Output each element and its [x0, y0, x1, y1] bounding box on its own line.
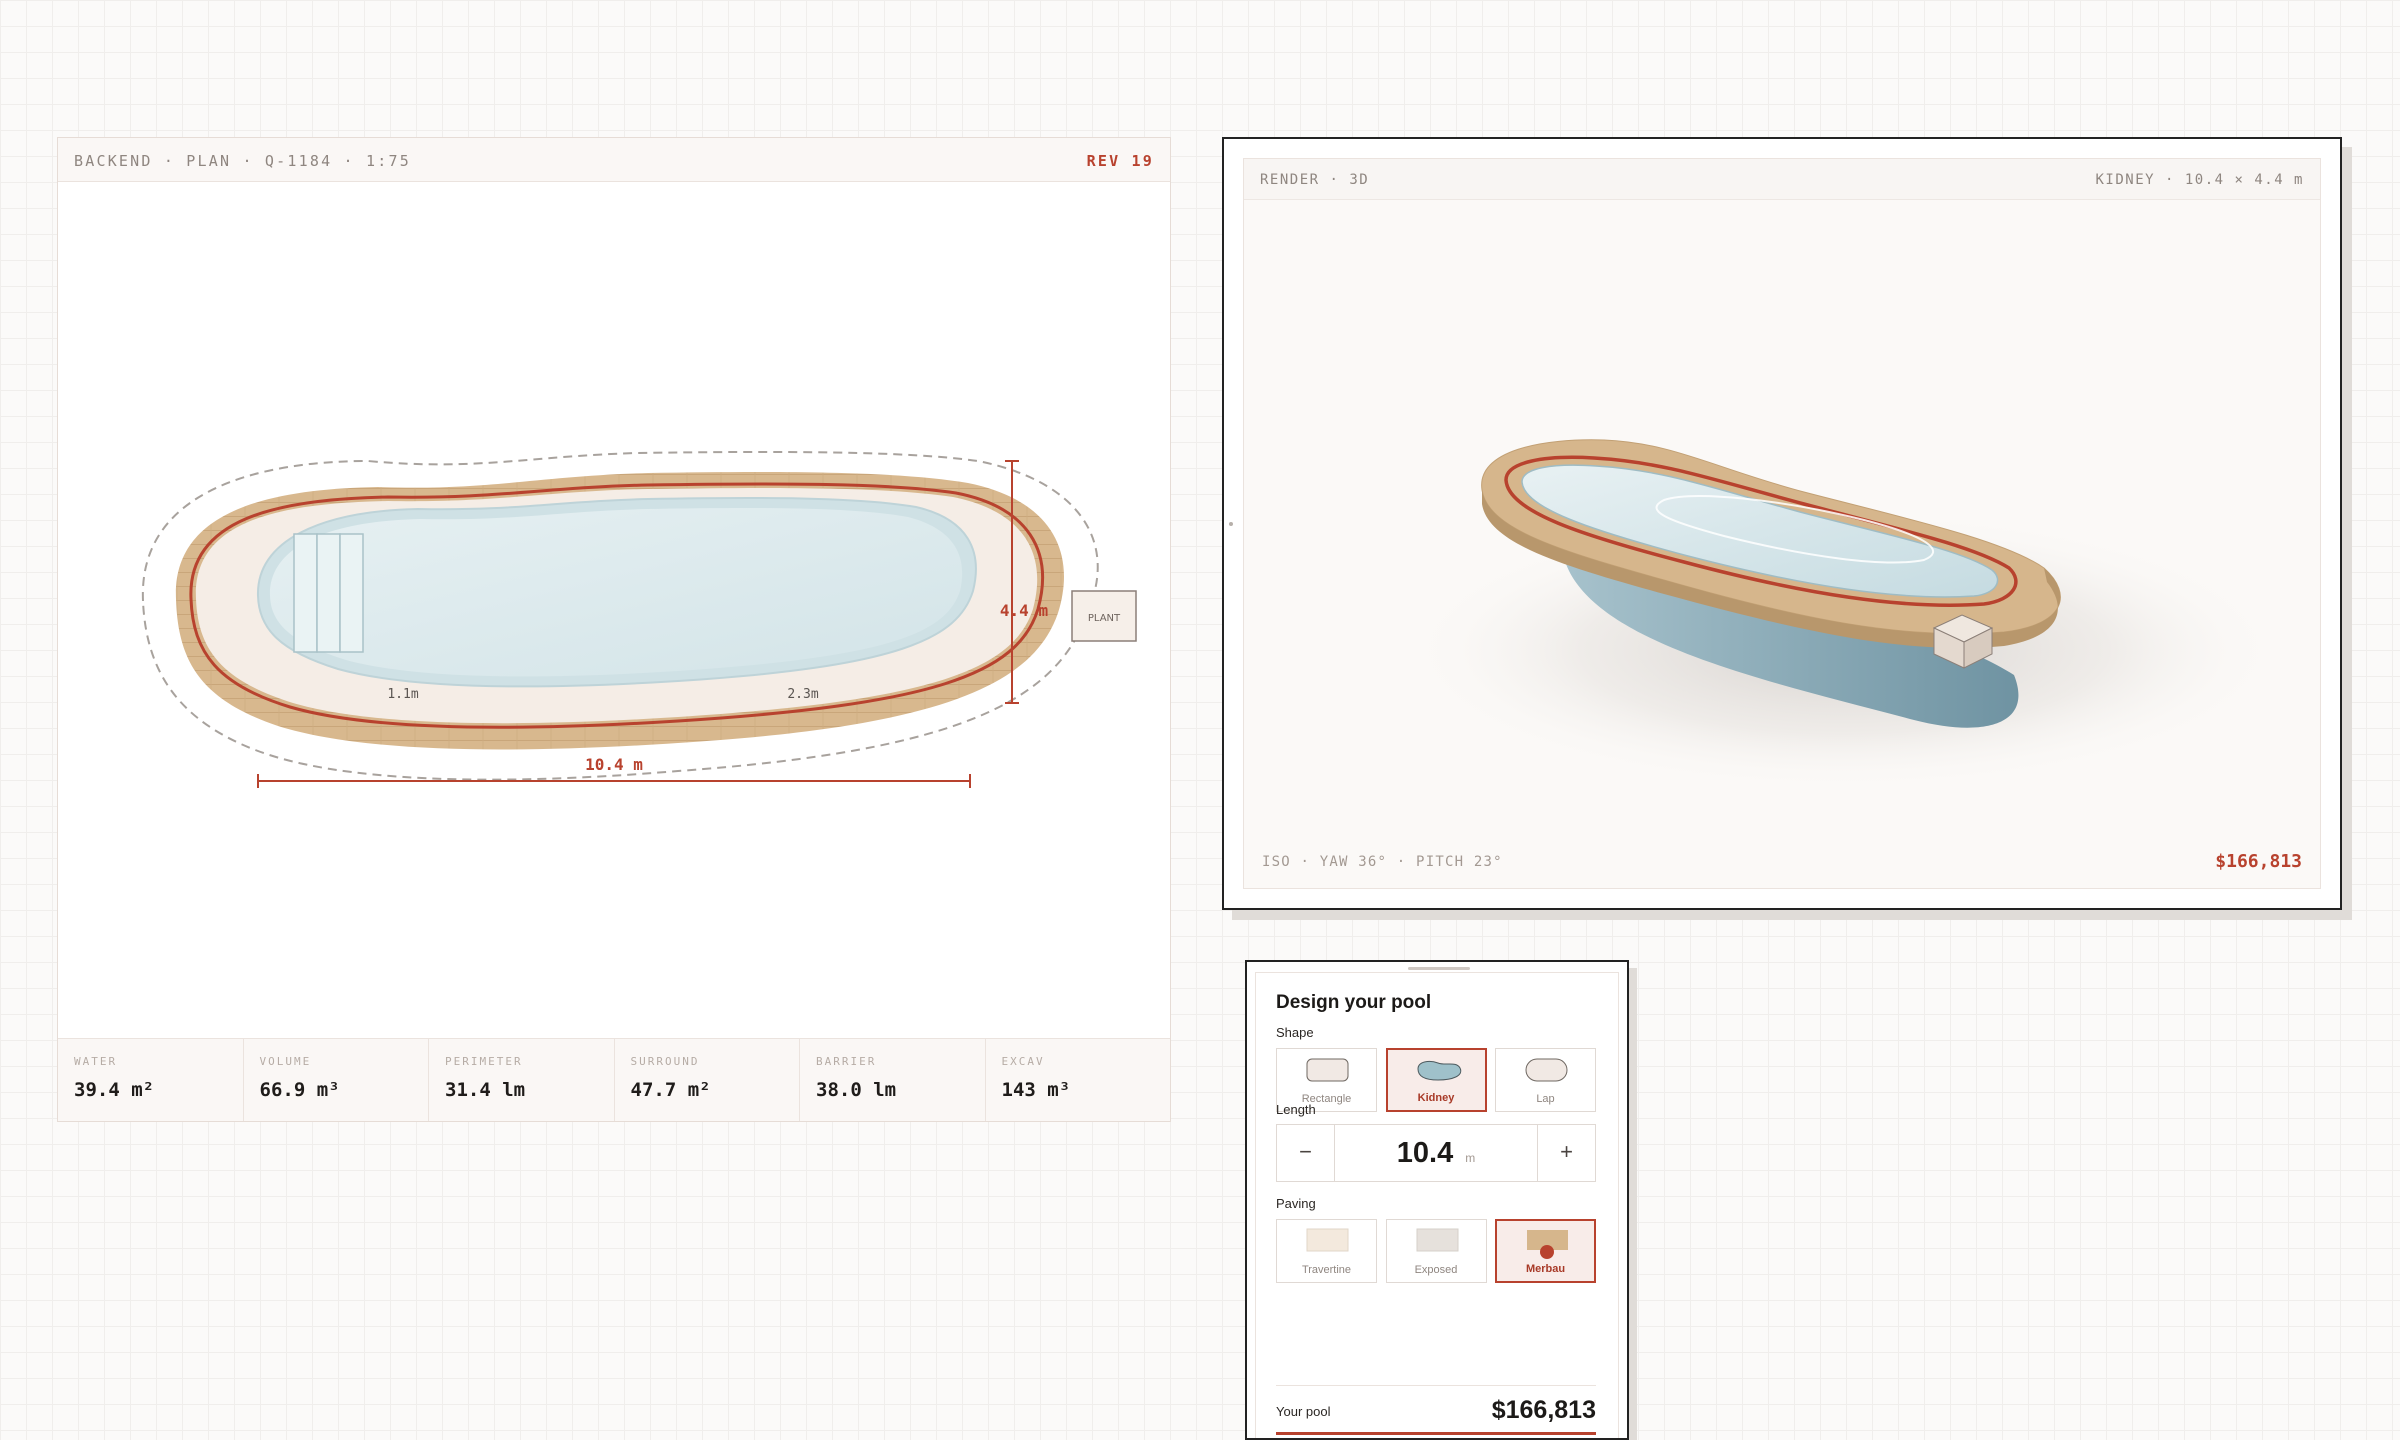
- length-increase-button[interactable]: +: [1537, 1125, 1595, 1181]
- stat-excavation: EXCAV 143 m³: [986, 1039, 1171, 1121]
- design-your-pool-card: Design your pool Shape Rectangle Kidney …: [1245, 960, 1629, 1440]
- total-row: Your pool $166,813: [1276, 1385, 1596, 1435]
- length-section-label: Length: [1276, 1102, 1316, 1117]
- stat-volume: VOLUME 66.9 m³: [244, 1039, 429, 1121]
- plan-header: BACKEND · PLAN · Q-1184 · 1:75 REV 19: [58, 138, 1170, 182]
- stat-surround: SURROUND 47.7 m²: [615, 1039, 800, 1121]
- option-label: Merbau: [1525, 1263, 1566, 1275]
- paving-options: Travertine Exposed Merbau: [1276, 1219, 1596, 1283]
- stat-barrier: BARRIER 38.0 lm: [800, 1039, 986, 1121]
- total-label: Your pool: [1276, 1404, 1331, 1419]
- render-price: $166,813: [2215, 851, 2302, 872]
- length-dimension-label: 10.4 m: [585, 755, 643, 774]
- stat-value: 47.7 m²: [630, 1079, 711, 1101]
- length-dimension: 10.4 m: [257, 755, 971, 788]
- render-viewport[interactable]: RENDER · 3D KIDNEY · 10.4 × 4.4 m ISO · …: [1243, 158, 2321, 889]
- plan-revision: REV 19: [1086, 152, 1154, 170]
- plan-panel: BACKEND · PLAN · Q-1184 · 1:75 REV 19 1.…: [57, 137, 1171, 1122]
- stat-label: SURROUND: [630, 1055, 700, 1068]
- stat-value: 143 m³: [1001, 1079, 1071, 1101]
- stat-label: PERIMETER: [445, 1055, 523, 1068]
- camera-readout: ISO · YAW 36° · PITCH 23°: [1262, 854, 1503, 870]
- render-header: RENDER · 3D KIDNEY · 10.4 × 4.4 m: [1244, 159, 2320, 200]
- plan-header-title: BACKEND · PLAN · Q-1184 · 1:75: [74, 152, 411, 170]
- length-unit: m: [1465, 1151, 1476, 1165]
- total-accent-bar: [1276, 1432, 1596, 1435]
- drag-handle[interactable]: [1408, 967, 1470, 970]
- panel-resize-handle[interactable]: [1229, 522, 1233, 526]
- pool-3d-render: [1404, 439, 2284, 790]
- depth-deep-label: 2.3m: [787, 687, 818, 702]
- stat-value: 31.4 lm: [445, 1079, 526, 1101]
- length-value: 10.4: [1396, 1137, 1454, 1169]
- option-label: Exposed: [1414, 1264, 1458, 1276]
- shape-options: Rectangle Kidney Lap: [1276, 1048, 1596, 1112]
- plant-label: PLANT: [1088, 613, 1121, 624]
- option-label: Kidney: [1417, 1092, 1455, 1104]
- design-card-body: Design your pool Shape Rectangle Kidney …: [1255, 972, 1619, 1438]
- shape-option-kidney[interactable]: Kidney: [1385, 1048, 1487, 1112]
- stat-water: WATER 39.4 m²: [58, 1039, 244, 1121]
- stat-value: 66.9 m³: [259, 1079, 340, 1101]
- render-header-title: RENDER · 3D: [1260, 172, 1370, 188]
- paving-section-label: Paving: [1276, 1196, 1316, 1211]
- selected-dot-icon: [1540, 1245, 1554, 1259]
- shape-section-label: Shape: [1276, 1025, 1314, 1040]
- stat-label: VOLUME: [259, 1055, 312, 1068]
- length-decrease-button[interactable]: −: [1277, 1125, 1335, 1181]
- plant-box: PLANT: [1071, 590, 1137, 642]
- plan-stats-bar: WATER 39.4 m² VOLUME 66.9 m³ PERIMETER 3…: [58, 1038, 1170, 1121]
- length-value-display[interactable]: 10.4 m: [1335, 1125, 1537, 1181]
- width-dimension-label: 4.4 m: [1000, 601, 1049, 620]
- shape-option-lap[interactable]: Lap: [1495, 1048, 1596, 1112]
- stat-value: 38.0 lm: [816, 1079, 897, 1101]
- depth-shallow-label: 1.1m: [387, 687, 418, 702]
- option-label: Lap: [1536, 1093, 1555, 1105]
- total-price: $166,813: [1491, 1396, 1596, 1424]
- paving-option-travertine[interactable]: Travertine: [1276, 1219, 1377, 1283]
- stat-label: EXCAV: [1001, 1055, 1045, 1068]
- option-label: Travertine: [1301, 1264, 1352, 1276]
- paving-option-exposed[interactable]: Exposed: [1385, 1219, 1487, 1283]
- stat-perimeter: PERIMETER 31.4 lm: [429, 1039, 615, 1121]
- stat-value: 39.4 m²: [74, 1079, 155, 1101]
- render-header-dimensions: KIDNEY · 10.4 × 4.4 m: [2095, 172, 2304, 188]
- card-title: Design your pool: [1276, 992, 1432, 1013]
- stat-label: BARRIER: [816, 1055, 877, 1068]
- render-panel: RENDER · 3D KIDNEY · 10.4 × 4.4 m ISO · …: [1222, 137, 2342, 910]
- paving-option-merbau[interactable]: Merbau: [1495, 1219, 1596, 1283]
- pool-plan-drawing: 1.1m 2.3m PLANT 4.4 m 10.4 m: [141, 450, 1137, 788]
- entry-steps: [293, 533, 364, 653]
- length-stepper: − 10.4 m +: [1276, 1124, 1596, 1182]
- stat-label: WATER: [74, 1055, 118, 1068]
